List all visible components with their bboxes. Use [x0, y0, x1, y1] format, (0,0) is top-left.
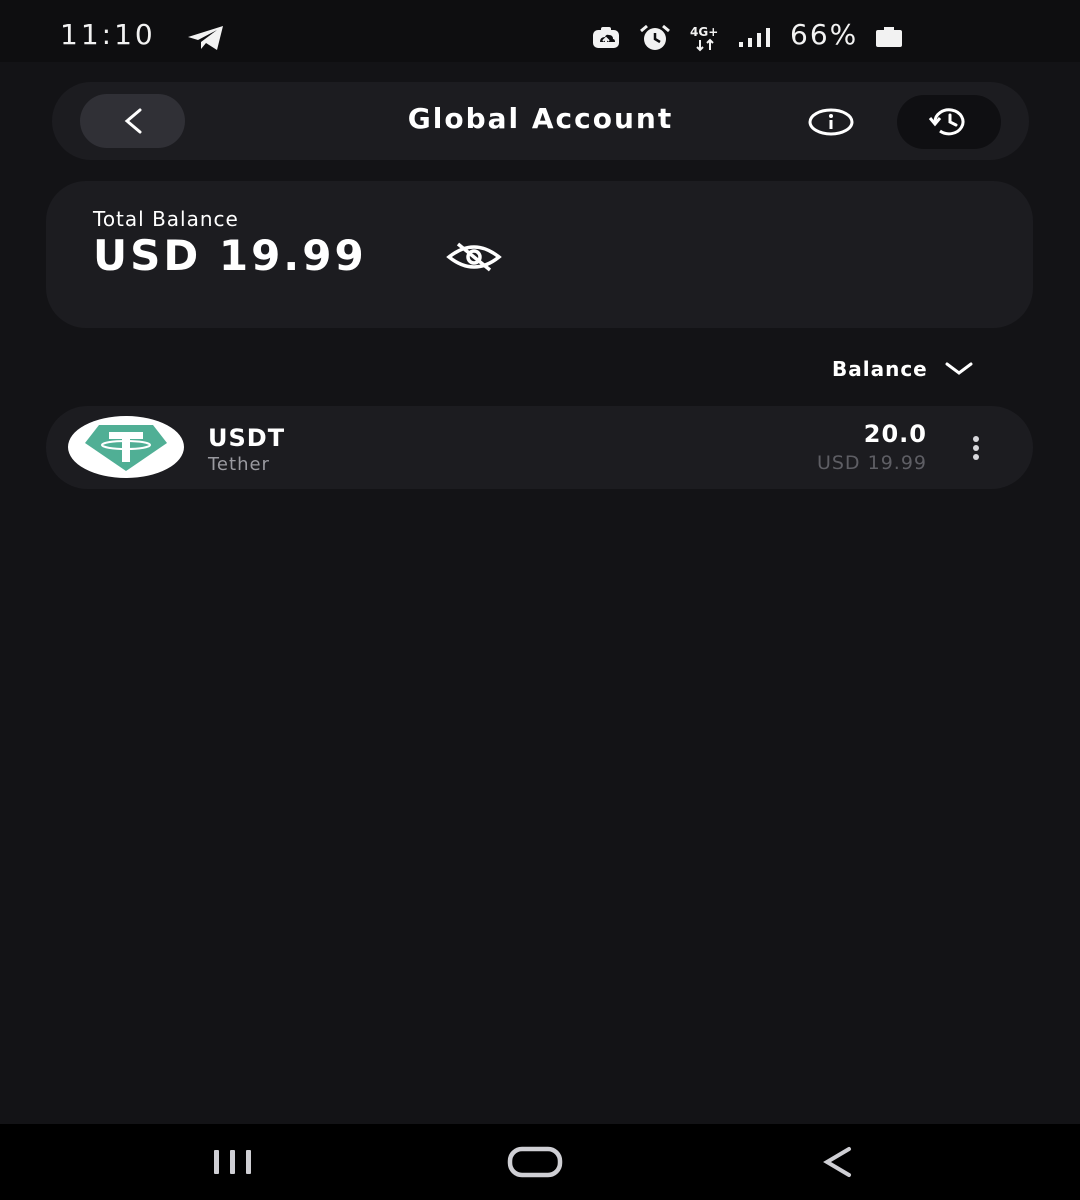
- history-icon: [928, 108, 965, 136]
- asset-fiat-value: USD 19.99: [816, 452, 927, 474]
- home-icon: [507, 1146, 563, 1178]
- system-nav-bar: [0, 1124, 1080, 1200]
- balance-value: USD 19.99: [93, 231, 367, 280]
- info-button[interactable]: [807, 104, 855, 140]
- asset-symbol: USDT: [208, 424, 286, 452]
- sort-selector[interactable]: Balance: [832, 354, 1022, 384]
- asset-menu-button[interactable]: [964, 432, 988, 464]
- signal-icon: [739, 28, 770, 47]
- history-button[interactable]: [897, 95, 1001, 149]
- screen: 11:10 4G+ 66% Global Account Total Balan…: [0, 0, 1080, 1200]
- recent-apps-button[interactable]: [200, 1138, 264, 1186]
- status-bar: 11:10 4G+ 66%: [0, 0, 1080, 62]
- alarm-icon: [640, 24, 670, 50]
- tether-logo-icon: [68, 416, 184, 478]
- battery-percent: 66%: [790, 18, 859, 51]
- 4g-plus-icon: 4G+: [690, 25, 718, 52]
- header-bar: Global Account: [52, 82, 1029, 160]
- chevron-down-icon: [945, 362, 973, 375]
- nav-back-button[interactable]: [812, 1138, 862, 1186]
- svg-text:4G+: 4G+: [690, 25, 718, 39]
- asset-row-usdt[interactable]: USDT Tether 20.0 USD 19.99: [46, 406, 1033, 489]
- telegram-icon: [188, 26, 223, 50]
- asset-amount: 20.0: [863, 420, 927, 448]
- recent-apps-icon: [214, 1150, 251, 1174]
- eye-off-icon: [446, 242, 502, 272]
- home-button[interactable]: [500, 1138, 570, 1186]
- toggle-balance-visibility-button[interactable]: [444, 237, 504, 277]
- balance-label: Total Balance: [93, 207, 239, 231]
- info-icon: [808, 108, 854, 136]
- more-vertical-icon: [973, 436, 979, 460]
- battery-icon: [876, 27, 902, 47]
- status-time: 11:10: [60, 18, 156, 51]
- sort-label: Balance: [832, 357, 928, 381]
- balance-card: Total Balance USD 19.99: [46, 181, 1033, 328]
- back-icon: [823, 1147, 851, 1177]
- cloud-upload-icon: [593, 27, 619, 48]
- asset-name: Tether: [208, 454, 270, 475]
- page-title: Global Account: [407, 102, 674, 135]
